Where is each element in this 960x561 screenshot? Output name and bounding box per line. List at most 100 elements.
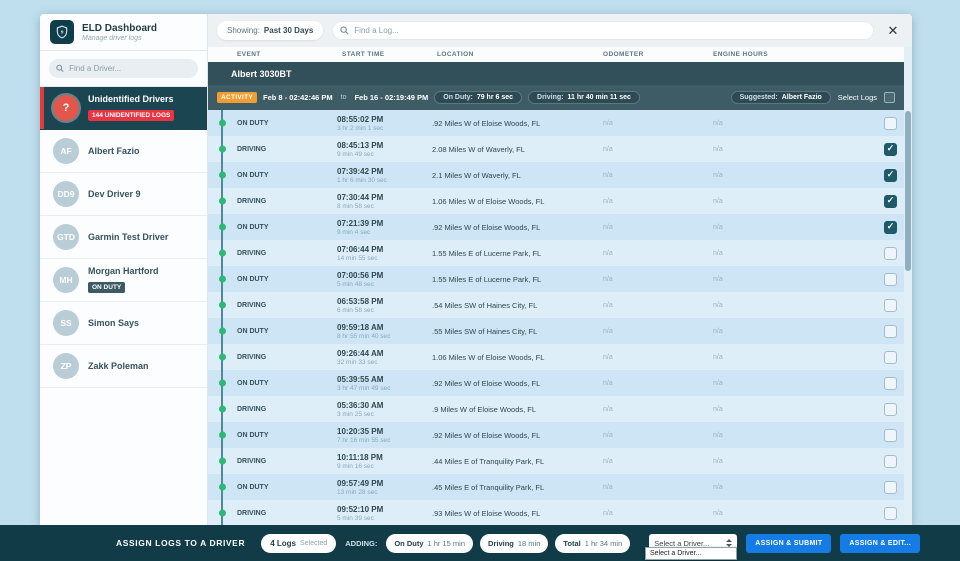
event-dot-icon: [219, 510, 226, 517]
timeline-cell: [208, 266, 232, 292]
driver-select-dropdown-option[interactable]: Select a Driver...: [645, 547, 737, 560]
log-select-checkbox[interactable]: [884, 351, 897, 364]
start-time: 07:30:44 PM: [337, 193, 432, 202]
log-search[interactable]: [332, 21, 874, 40]
log-select-checkbox[interactable]: [884, 429, 897, 442]
event-type: DRIVING: [232, 302, 337, 309]
timeline-cell: [208, 422, 232, 448]
driver-list-item[interactable]: ZP Zakk Poleman: [40, 345, 207, 388]
driver-sidebar: ELD Dashboard Manage driver logs ? Unide…: [40, 14, 208, 525]
log-select-checkbox[interactable]: [884, 377, 897, 390]
event-duration: 8 min 58 sec: [337, 203, 432, 210]
vehicle-name: Albert 3030BT: [231, 69, 292, 79]
event-dot-icon: [219, 198, 226, 205]
log-select-checkbox[interactable]: [884, 507, 897, 520]
assign-submit-button[interactable]: ASSIGN & SUBMIT: [746, 534, 831, 553]
total-pill-label: Total: [563, 539, 580, 548]
timeline-cell: [208, 448, 232, 474]
start-time-cell: 07:30:44 PM 8 min 58 sec: [337, 193, 432, 210]
log-select-checkbox[interactable]: [884, 455, 897, 468]
log-search-input[interactable]: [354, 26, 866, 35]
driver-search[interactable]: [49, 59, 198, 78]
driver-list-item[interactable]: ? Unidentified Drivers 144 UNIDENTIFIED …: [40, 87, 207, 130]
log-select-checkbox[interactable]: [884, 299, 897, 312]
log-select-checkbox[interactable]: [884, 169, 897, 182]
checkbox-cell: [848, 247, 904, 260]
adding-label: ADDING:: [345, 539, 377, 548]
event-dot-icon: [219, 172, 226, 179]
event-duration: 5 min 39 sec: [337, 515, 432, 522]
driver-avatar: GTD: [53, 224, 79, 250]
driver-list-item[interactable]: GTD Garmin Test Driver: [40, 216, 207, 259]
log-select-checkbox[interactable]: [884, 247, 897, 260]
timeline-cell: [208, 500, 232, 525]
log-table: EVENT START TIME LOCATION ODOMETER ENGIN…: [208, 47, 904, 525]
sidebar-header: ELD Dashboard Manage driver logs: [40, 14, 207, 51]
total-pill-value: 1 hr 15 min: [428, 539, 466, 548]
scrollbar-thumb[interactable]: [905, 111, 911, 271]
date-range-filter[interactable]: Showing: Past 30 Days: [217, 21, 323, 40]
log-select-checkbox[interactable]: [884, 273, 897, 286]
event-location: 1.06 Miles W of Eloise Woods, FL: [432, 197, 598, 206]
suggested-driver-name: Albert Fazio: [782, 94, 822, 101]
assign-edit-button[interactable]: ASSIGN & EDIT...: [840, 534, 920, 553]
event-duration: 3 hr 2 min 1 sec: [337, 125, 432, 132]
suggested-driver-pill[interactable]: Suggested: Albert Fazio: [731, 91, 831, 104]
driver-list-item[interactable]: MH Morgan Hartford ON DUTY: [40, 259, 207, 302]
start-time: 08:45:13 PM: [337, 141, 432, 150]
event-dot-icon: [219, 354, 226, 361]
log-select-checkbox[interactable]: [884, 403, 897, 416]
column-event: EVENT: [232, 51, 337, 58]
driver-list-item[interactable]: AF Albert Fazio: [40, 130, 207, 173]
engine-hours-value: n/a: [708, 120, 848, 127]
start-time: 06:53:58 PM: [337, 297, 432, 306]
log-row: ON DUTY 10:20:35 PM 7 hr 16 min 55 sec .…: [208, 422, 904, 448]
timeline-cell: [208, 240, 232, 266]
event-type: DRIVING: [232, 510, 337, 517]
log-select-checkbox[interactable]: [884, 117, 897, 130]
driver-avatar: ?: [53, 95, 79, 121]
total-pill: On Duty 1 hr 15 min: [386, 534, 473, 553]
event-location: .92 Miles W of Eloise Woods, FL: [432, 119, 598, 128]
log-select-checkbox[interactable]: [884, 481, 897, 494]
total-pill: Total 1 hr 34 min: [555, 534, 630, 553]
start-time-cell: 07:06:44 PM 14 min 55 sec: [337, 245, 432, 262]
engine-hours-value: n/a: [708, 146, 848, 153]
log-select-checkbox[interactable]: [884, 195, 897, 208]
log-select-checkbox[interactable]: [884, 221, 897, 234]
driver-search-input[interactable]: [69, 64, 191, 73]
start-time-cell: 08:45:13 PM 9 min 49 sec: [337, 141, 432, 158]
start-time: 07:21:39 PM: [337, 219, 432, 228]
log-select-checkbox[interactable]: [884, 143, 897, 156]
driver-name: Dev Driver 9: [88, 189, 141, 199]
driver-info: Unidentified Drivers 144 UNIDENTIFIED LO…: [88, 94, 174, 122]
assign-footer-bar: ASSIGN LOGS TO A DRIVER 4 Logs Selected …: [0, 525, 960, 561]
activity-to: to: [339, 94, 349, 101]
checkbox-cell: [848, 507, 904, 520]
log-row: DRIVING 07:30:44 PM 8 min 58 sec 1.06 Mi…: [208, 188, 904, 214]
select-all-logs-checkbox[interactable]: [884, 92, 895, 103]
event-duration: 6 min 58 sec: [337, 307, 432, 314]
driver-avatar: DD9: [53, 181, 79, 207]
total-pill-value: 18 min: [518, 539, 541, 548]
timeline-cell: [208, 344, 232, 370]
table-header: EVENT START TIME LOCATION ODOMETER ENGIN…: [208, 47, 904, 62]
log-row: DRIVING 08:45:13 PM 9 min 49 sec 2.08 Mi…: [208, 136, 904, 162]
start-time: 10:11:18 PM: [337, 453, 432, 462]
log-select-checkbox[interactable]: [884, 325, 897, 338]
engine-hours-value: n/a: [708, 432, 848, 439]
start-time-cell: 07:21:39 PM 9 min 4 sec: [337, 219, 432, 236]
odometer-value: n/a: [598, 224, 708, 231]
event-dot-icon: [219, 302, 226, 309]
app-logo: [50, 20, 74, 44]
driver-name: Simon Says: [88, 318, 139, 328]
event-dot-icon: [219, 484, 226, 491]
driver-list-item[interactable]: SS Simon Says: [40, 302, 207, 345]
driver-info: Simon Says: [88, 318, 139, 328]
driver-list-item[interactable]: DD9 Dev Driver 9: [40, 173, 207, 216]
driver-list: ? Unidentified Drivers 144 UNIDENTIFIED …: [40, 86, 207, 525]
close-icon[interactable]: ✕: [883, 21, 903, 41]
start-time-cell: 10:11:18 PM 9 min 16 sec: [337, 453, 432, 470]
selected-logs-pill: 4 Logs Selected: [261, 534, 336, 553]
driver-name: Albert Fazio: [88, 146, 140, 156]
